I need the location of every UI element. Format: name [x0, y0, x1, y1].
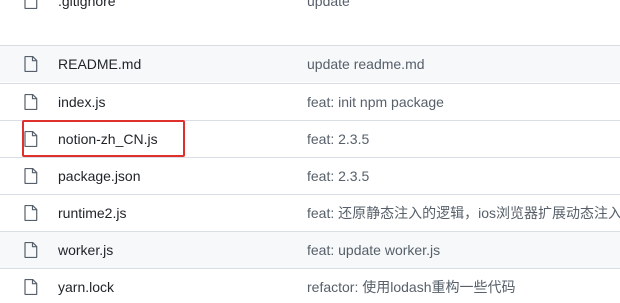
file-row-notion-zh-cn[interactable]: notion-zh_CN.js feat: 2.3.5: [0, 120, 620, 157]
file-icon: [24, 131, 38, 147]
file-row-yarn-lock[interactable]: yarn.lock refactor: 使用lodash重构一些代码: [0, 268, 620, 303]
file-name[interactable]: README.md: [58, 55, 141, 73]
file-row-index[interactable]: index.js feat: init npm package: [0, 83, 620, 120]
file-row-runtime2[interactable]: runtime2.js feat: 还原静态注入的逻辑，ios浏览器扩展动态注入: [0, 194, 620, 231]
file-icon: [24, 168, 38, 184]
commit-message[interactable]: feat: init npm package: [307, 93, 444, 111]
commit-message[interactable]: update: [307, 0, 350, 10]
file-name[interactable]: package.json: [58, 167, 141, 185]
commit-message[interactable]: feat: 还原静态注入的逻辑，ios浏览器扩展动态注入: [307, 204, 620, 222]
file-row-gitignore[interactable]: .gitignore update: [0, 0, 620, 19]
file-row-package-json[interactable]: package.json feat: 2.3.5: [0, 157, 620, 194]
file-name[interactable]: worker.js: [58, 241, 113, 259]
file-name[interactable]: index.js: [58, 93, 105, 111]
commit-message[interactable]: update readme.md: [307, 55, 425, 73]
file-icon: [24, 279, 38, 295]
file-name[interactable]: .gitignore: [58, 0, 116, 10]
file-icon: [24, 242, 38, 258]
commit-message[interactable]: feat: 2.3.5: [307, 130, 369, 148]
file-row-worker[interactable]: worker.js feat: update worker.js: [0, 231, 620, 268]
commit-message[interactable]: feat: update worker.js: [307, 241, 440, 259]
file-list: .gitignore update README.md update readm…: [0, 0, 620, 303]
file-row-readme[interactable]: README.md update readme.md: [0, 45, 620, 82]
file-icon: [24, 94, 38, 110]
file-name[interactable]: yarn.lock: [58, 278, 114, 296]
file-icon: [24, 56, 38, 72]
file-name[interactable]: runtime2.js: [58, 204, 126, 222]
file-icon: [24, 0, 38, 9]
file-name[interactable]: notion-zh_CN.js: [58, 130, 158, 148]
commit-message[interactable]: feat: 2.3.5: [307, 167, 369, 185]
file-icon: [24, 205, 38, 221]
commit-message[interactable]: refactor: 使用lodash重构一些代码: [307, 278, 516, 296]
